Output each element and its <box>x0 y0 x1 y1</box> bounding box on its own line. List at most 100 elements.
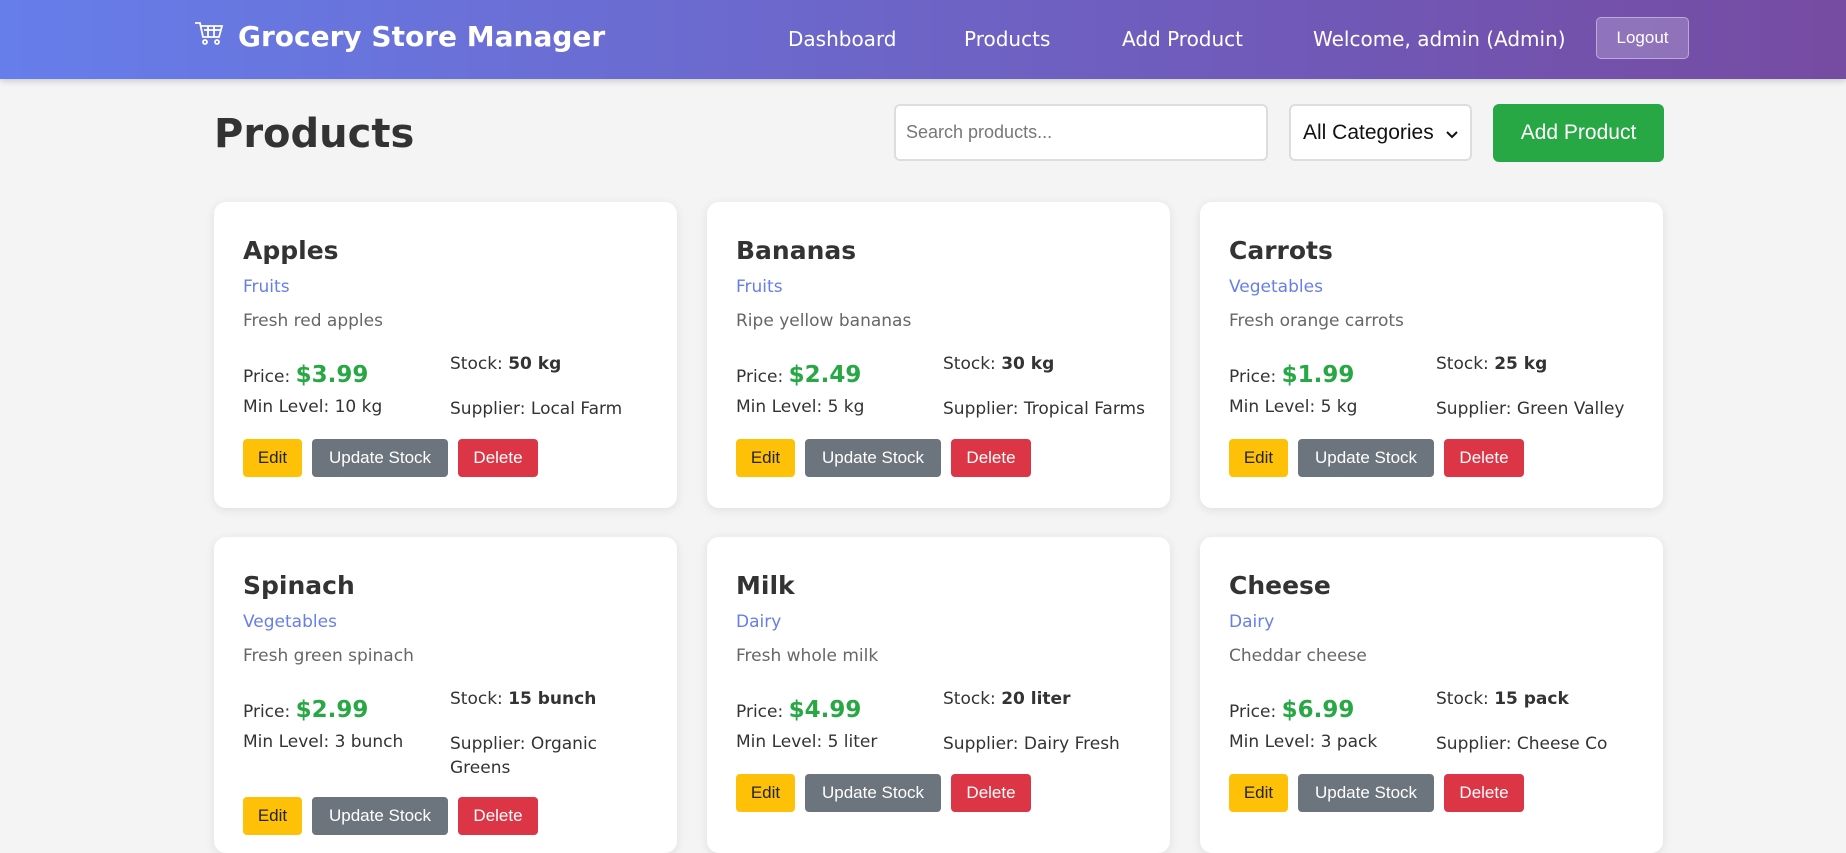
product-stock: Stock: 50 kg <box>450 354 561 374</box>
edit-button[interactable]: Edit <box>736 439 795 477</box>
supplier-label: Supplier: <box>450 399 526 419</box>
page-title: Products <box>214 111 415 157</box>
product-card: Milk Dairy Fresh whole milk Price: $4.99… <box>707 537 1170 853</box>
min-level-value: 5 kg <box>827 397 865 417</box>
min-level-label: Min Level: <box>736 732 823 752</box>
top-navbar: Grocery Store Manager Dashboard Products… <box>0 0 1846 79</box>
min-level-value: 3 bunch <box>334 732 404 752</box>
stock-label: Stock: <box>943 689 996 709</box>
product-card: Apples Fruits Fresh red apples Price: $3… <box>214 202 677 508</box>
edit-button[interactable]: Edit <box>736 774 795 812</box>
delete-button[interactable]: Delete <box>951 439 1031 477</box>
chevron-down-icon <box>1446 121 1458 145</box>
card-actions: Edit Update Stock Delete <box>1229 774 1524 812</box>
product-supplier: Supplier: Local Farm <box>450 397 660 421</box>
min-level-label: Min Level: <box>1229 732 1316 752</box>
card-actions: Edit Update Stock Delete <box>243 797 538 835</box>
stock-value: 20 liter <box>1001 689 1071 709</box>
supplier-value: Tropical Farms <box>1023 399 1145 419</box>
update-stock-button[interactable]: Update Stock <box>1298 774 1434 812</box>
supplier-value: Dairy Fresh <box>1023 734 1120 754</box>
delete-button[interactable]: Delete <box>458 797 538 835</box>
supplier-label: Supplier: <box>1436 734 1512 754</box>
product-description: Fresh red apples <box>243 311 383 331</box>
product-description: Fresh green spinach <box>243 646 414 666</box>
update-stock-button[interactable]: Update Stock <box>805 774 941 812</box>
delete-button[interactable]: Delete <box>951 774 1031 812</box>
price-value: $1.99 <box>1281 362 1355 388</box>
price-label: Price: <box>1229 702 1277 722</box>
product-min-level: Min Level: 5 liter <box>736 732 877 752</box>
stock-label: Stock: <box>1436 689 1489 709</box>
product-price: Price: $2.49 <box>736 362 861 388</box>
update-stock-button[interactable]: Update Stock <box>312 439 448 477</box>
min-level-label: Min Level: <box>243 397 330 417</box>
product-min-level: Min Level: 3 pack <box>1229 732 1377 752</box>
product-stock: Stock: 30 kg <box>943 354 1054 374</box>
min-level-value: 10 kg <box>334 397 383 417</box>
product-name: Spinach <box>243 571 355 600</box>
delete-button[interactable]: Delete <box>1444 774 1524 812</box>
stock-label: Stock: <box>450 354 503 374</box>
stock-label: Stock: <box>1436 354 1489 374</box>
search-input[interactable] <box>894 104 1268 161</box>
product-min-level: Min Level: 10 kg <box>243 397 382 417</box>
product-supplier: Supplier: Green Valley <box>1436 397 1646 421</box>
edit-button[interactable]: Edit <box>243 439 302 477</box>
product-min-level: Min Level: 3 bunch <box>243 732 403 752</box>
delete-button[interactable]: Delete <box>1444 439 1524 477</box>
product-name: Milk <box>736 571 795 600</box>
update-stock-button[interactable]: Update Stock <box>312 797 448 835</box>
product-name: Cheese <box>1229 571 1331 600</box>
nav-dashboard[interactable]: Dashboard <box>788 27 897 51</box>
card-actions: Edit Update Stock Delete <box>736 774 1031 812</box>
stock-value: 25 kg <box>1494 354 1548 374</box>
add-product-button[interactable]: Add Product <box>1493 104 1664 162</box>
product-min-level: Min Level: 5 kg <box>1229 397 1357 417</box>
product-stock: Stock: 15 pack <box>1436 689 1569 709</box>
product-price: Price: $4.99 <box>736 697 861 723</box>
product-description: Fresh whole milk <box>736 646 879 666</box>
price-label: Price: <box>243 702 291 722</box>
product-category: Fruits <box>736 277 783 297</box>
nav-add-product[interactable]: Add Product <box>1122 27 1243 51</box>
product-price: Price: $1.99 <box>1229 362 1354 388</box>
logout-button[interactable]: Logout <box>1596 17 1689 59</box>
card-actions: Edit Update Stock Delete <box>736 439 1031 477</box>
category-select-value: All Categories <box>1303 120 1434 144</box>
card-actions: Edit Update Stock Delete <box>1229 439 1524 477</box>
update-stock-button[interactable]: Update Stock <box>1298 439 1434 477</box>
price-value: $2.49 <box>788 362 862 388</box>
stock-label: Stock: <box>943 354 996 374</box>
nav-products[interactable]: Products <box>964 27 1050 51</box>
edit-button[interactable]: Edit <box>243 797 302 835</box>
welcome-text: Welcome, admin (Admin) <box>1313 27 1566 51</box>
edit-button[interactable]: Edit <box>1229 439 1288 477</box>
category-select[interactable]: All Categories <box>1289 104 1472 161</box>
supplier-label: Supplier: <box>1436 399 1512 419</box>
delete-button[interactable]: Delete <box>458 439 538 477</box>
product-card: Bananas Fruits Ripe yellow bananas Price… <box>707 202 1170 508</box>
product-supplier: Supplier: Cheese Co <box>1436 732 1646 756</box>
product-name: Apples <box>243 236 339 265</box>
update-stock-button[interactable]: Update Stock <box>805 439 941 477</box>
product-card: Cheese Dairy Cheddar cheese Price: $6.99… <box>1200 537 1663 853</box>
price-value: $2.99 <box>295 697 369 723</box>
product-name: Carrots <box>1229 236 1333 265</box>
product-description: Fresh orange carrots <box>1229 311 1404 331</box>
product-category: Vegetables <box>1229 277 1323 297</box>
stock-value: 15 pack <box>1494 689 1569 709</box>
product-stock: Stock: 15 bunch <box>450 689 596 709</box>
product-category: Fruits <box>243 277 290 297</box>
cart-icon <box>194 20 224 53</box>
brand[interactable]: Grocery Store Manager <box>194 20 605 53</box>
product-price: Price: $3.99 <box>243 362 368 388</box>
product-category: Dairy <box>736 612 782 632</box>
supplier-label: Supplier: <box>450 734 526 754</box>
min-level-value: 5 kg <box>1320 397 1358 417</box>
edit-button[interactable]: Edit <box>1229 774 1288 812</box>
supplier-label: Supplier: <box>943 399 1019 419</box>
product-stock: Stock: 20 liter <box>943 689 1070 709</box>
product-category: Dairy <box>1229 612 1275 632</box>
product-description: Cheddar cheese <box>1229 646 1367 666</box>
